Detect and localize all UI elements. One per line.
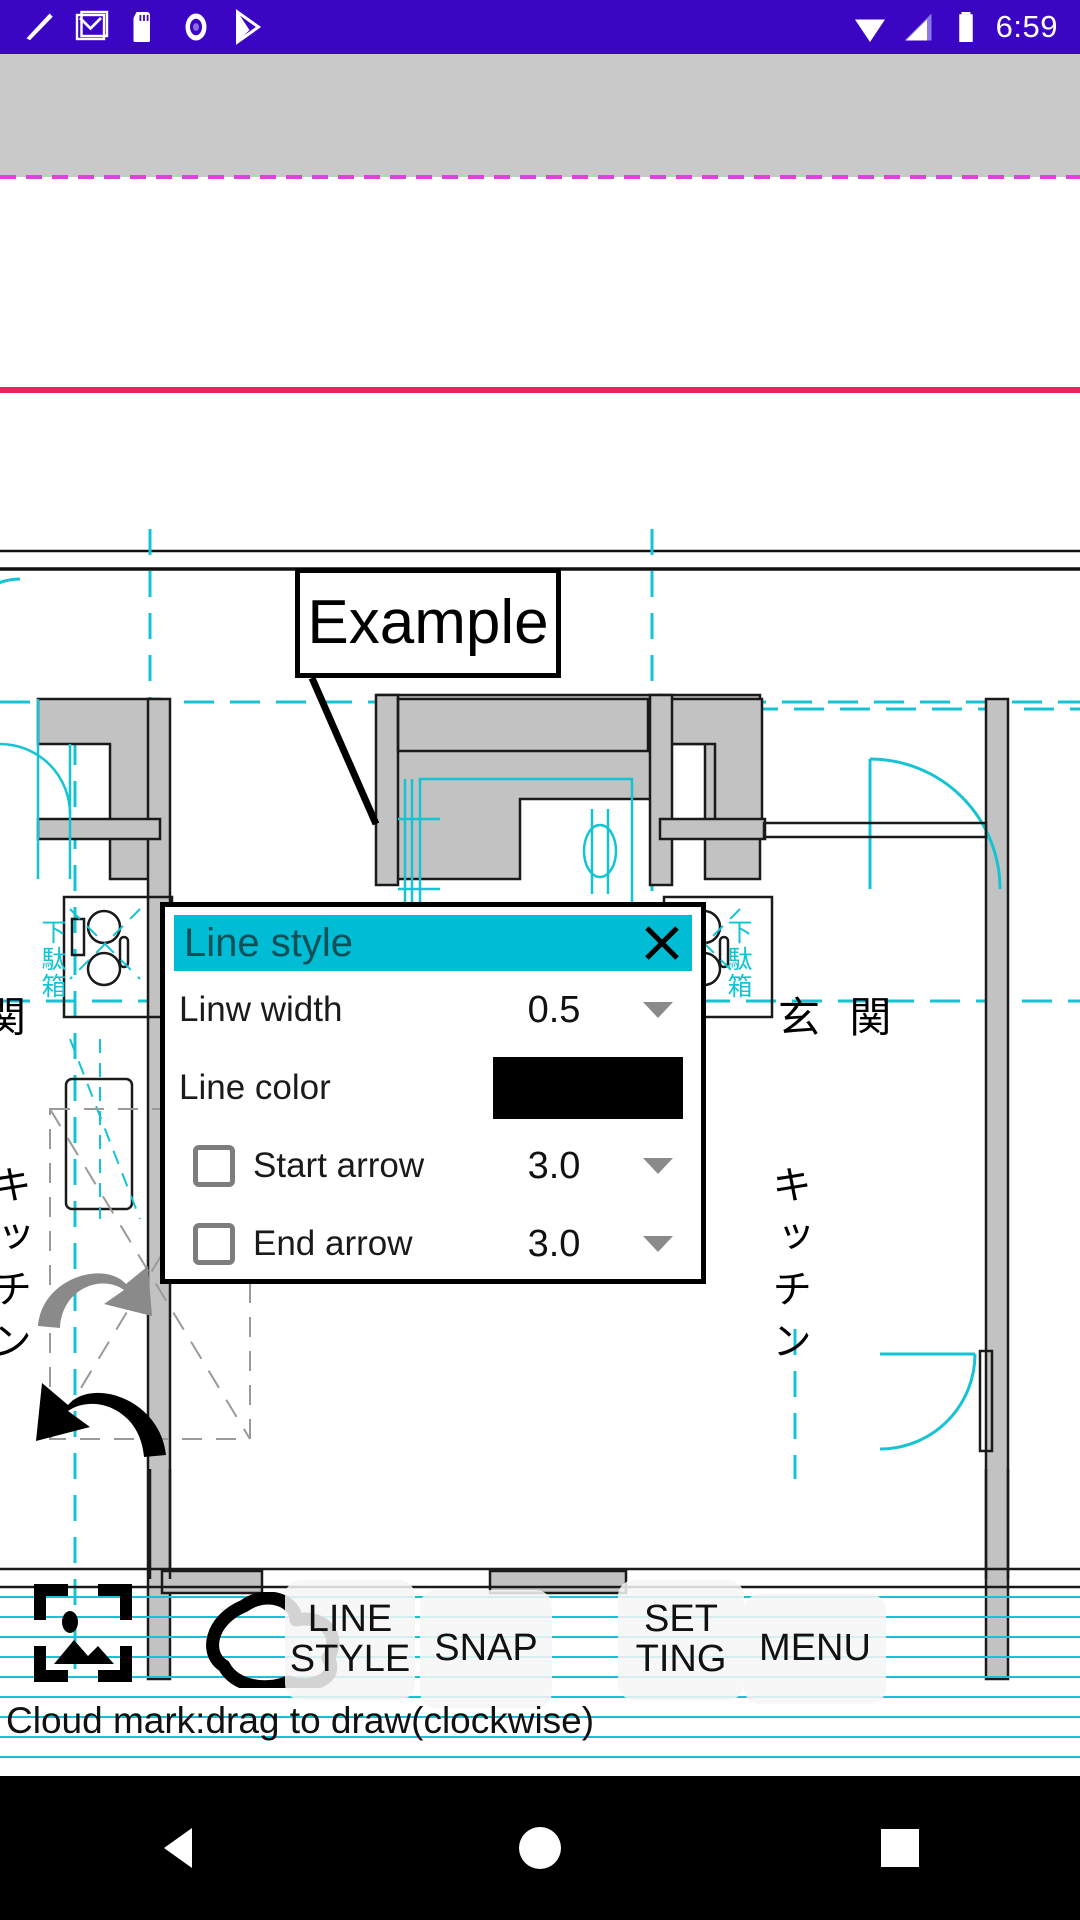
line-style-button-line1: LINE [307,1598,393,1641]
plan-label-getabako-right: 下駄箱 [724,919,753,1000]
battery-icon [958,12,973,42]
dialog-body: Linw width 0.5 Line color Start arrow 3.… [165,971,701,1283]
status-message: Cloud mark:drag to draw(clockwise) [6,1700,595,1741]
nav-home-button[interactable] [480,1788,600,1908]
start-arrow-value: 3.0 [527,1144,581,1187]
pencil-icon [26,13,53,41]
gmail-icon [75,10,109,41]
status-bar: 6:59 [0,0,1080,54]
line-style-button[interactable]: LINE STYLE [285,1580,415,1700]
line-width-value: 0.5 [527,988,581,1031]
cell-signal-icon [904,13,932,41]
plan-label-kitchen-left: キッチン [0,1164,31,1372]
back-triangle-icon [164,1828,192,1868]
status-bar-left-icons [0,9,266,45]
line-color-label: Line color [179,1068,331,1107]
close-x-glyph [645,926,679,960]
callout-leader-line [308,676,380,826]
image-frame-icon[interactable] [28,1578,138,1688]
line-color-swatch[interactable] [493,1057,683,1119]
end-arrow-checkbox[interactable] [193,1223,235,1265]
status-bar-right-icons: 6:59 [852,9,1080,45]
close-icon[interactable] [632,915,692,971]
example-callout-box[interactable]: Example [295,568,561,678]
redo-icon[interactable] [30,1254,160,1334]
setting-button-line1: SET [644,1598,718,1641]
nav-recents-button[interactable] [840,1788,960,1908]
row-line-width[interactable]: Linw width 0.5 [179,971,687,1049]
plan-label-genkan-left: 関 [0,993,35,1042]
play-store-icon [236,9,262,45]
home-circle-icon [519,1827,561,1869]
chevron-down-icon-start-arrow[interactable] [629,1158,687,1174]
end-arrow-value: 3.0 [527,1222,581,1265]
setting-button-line2: TING [635,1638,727,1680]
top-grey-band [0,54,1080,177]
line-style-button-line2: STYLE [289,1638,411,1680]
status-bar-clock: 6:59 [995,9,1058,44]
row-line-color[interactable]: Line color [179,1049,687,1127]
undo-icon[interactable] [28,1369,173,1461]
line-style-dialog[interactable]: Line style Linw width 0.5 Line color Sta… [160,902,706,1284]
chevron-down-icon-line-width[interactable] [629,1002,687,1018]
plan-label-kitchen-right: キッチン [765,1164,811,1372]
sdcard-icon [133,12,150,42]
row-end-arrow[interactable]: End arrow 3.0 [179,1205,687,1283]
snap-button[interactable]: SNAP [420,1590,552,1708]
nav-back-button[interactable] [120,1788,240,1908]
plan-label-genkan-right: 玄 関 [778,993,900,1042]
wifi-icon [854,19,885,42]
menu-button-label: MENU [759,1627,871,1670]
start-arrow-checkbox[interactable] [193,1145,235,1187]
line-width-label: Linw width [179,990,343,1029]
snap-button-label: SNAP [434,1627,538,1670]
android-nav-bar [0,1776,1080,1920]
example-callout-text: Example [307,588,549,657]
start-arrow-label: Start arrow [253,1146,425,1185]
bottom-toolbar: LINE STYLE SNAP SET TING MENU [0,1572,1080,1712]
dialog-header: Line style [174,915,692,971]
recents-square-icon [881,1829,919,1867]
dialog-title: Line style [184,921,353,965]
setting-button[interactable]: SET TING [618,1580,744,1700]
record-icon [185,13,207,41]
menu-button[interactable]: MENU [744,1594,886,1704]
plan-label-getabako-left: 下駄箱 [38,919,67,1000]
end-arrow-label: End arrow [253,1224,413,1263]
chevron-down-icon-end-arrow[interactable] [629,1236,687,1252]
row-start-arrow[interactable]: Start arrow 3.0 [179,1127,687,1205]
